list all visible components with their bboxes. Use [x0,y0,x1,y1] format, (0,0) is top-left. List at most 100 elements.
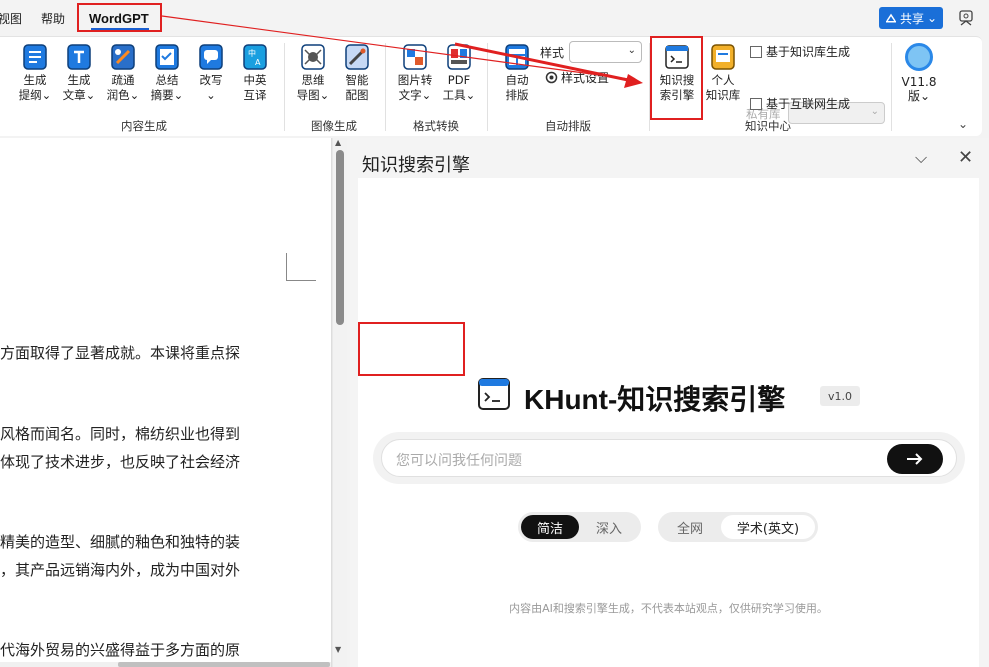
button-label: 自动 [505,73,529,87]
web-generate-checkbox[interactable]: 基于互联网生成 [750,95,850,112]
menu-help[interactable]: 帮助 [41,10,65,27]
button-label: 图片转 [397,73,433,87]
scroll-thumb[interactable] [336,150,344,325]
pdf-tools-button[interactable]: PDF 工具⌄ [437,44,481,103]
button-label: 润色⌄ [106,88,140,102]
scroll-thumb[interactable] [118,662,330,667]
academic-highlight-box [358,322,465,376]
scope-all[interactable]: 全网 [661,515,719,539]
button-label: 智能 [345,73,369,87]
text-t-icon [67,44,91,70]
button-label: 生成 [67,73,91,87]
auto-layout-button[interactable]: 自动 排版 [495,44,539,103]
pdf-icon [447,44,471,70]
doc-line: 体现了技术进步，也反映了社会经济 [0,453,241,471]
scroll-down-icon[interactable]: ▼ [335,645,341,654]
feedback-icon[interactable] [957,9,975,27]
close-icon[interactable]: ✕ [958,147,973,168]
version-button[interactable]: V11.8 版⌄ [898,43,940,103]
doc-line: 精美的造型、细腻的釉色和独特的装 [0,533,241,551]
personal-knowledge-base-button[interactable]: 个人 知识库 [701,44,745,103]
chevron-down-icon: ⌄ [870,106,879,117]
button-label: 提纲⌄ [18,88,52,102]
checkbox-box [750,45,762,58]
button-label: 文章⌄ [62,88,96,102]
style-dropdown[interactable]: ⌄ [569,41,642,63]
disclaimer-text: 内容由AI和搜索引擎生成，不代表本站观点，仅供研究学习使用。 [509,602,828,615]
mindmap-button[interactable]: 思维 导图⌄ [291,44,335,103]
scroll-up-icon[interactable]: ▲ [335,138,341,147]
button-label: 生成 [23,73,47,87]
generate-outline-button[interactable]: 生成 提纲⌄ [13,44,57,103]
button-label: 疏通 [111,73,135,87]
share-icon [885,13,896,23]
mode-deep[interactable]: 深入 [581,515,637,539]
checkbox-label: 基于知识库生成 [766,45,851,59]
doc-line: 代海外贸易的兴盛得益于多方面的原 [0,641,241,659]
mindmap-icon [301,44,325,70]
document-area: 方面取得了显著成就。本课将重点探 风格而闻名。同时，棉纺织业也得到 体现了技术进… [0,138,347,667]
version-label: V11.8 [901,75,937,89]
checkbox-box [750,97,762,110]
margin-corner-mark [286,253,316,281]
menu-view[interactable]: 视图 [0,10,22,27]
smart-image-button[interactable]: 智能 配图 [335,44,379,103]
version-circle-icon [905,43,933,71]
button-label: ⌄ [206,88,216,102]
horizontal-scrollbar[interactable] [0,662,331,667]
menu-bar: 视图 帮助 WordGPT 共享 ⌄ [0,0,989,36]
panel-title: 知识搜索引擎 [362,155,470,176]
button-label: 文字⌄ [398,88,432,102]
style-settings-button[interactable]: 样式设置 [545,69,609,86]
polish-brush-icon [111,44,135,70]
scope-academic[interactable]: 学术(英文) [721,515,815,539]
folder-icon [711,44,735,70]
kb-generate-checkbox[interactable]: 基于知识库生成 [750,43,850,60]
mode-concise[interactable]: 简洁 [521,515,579,539]
translate-button[interactable]: 中A 中英 互译 [233,44,277,103]
divider [891,43,892,131]
chat-bubble-icon [199,44,223,70]
polish-button[interactable]: 疏通 润色⌄ [101,44,145,103]
divider [385,43,386,131]
search-input[interactable]: 您可以问我任何问题 [381,439,957,477]
menu-wordgpt[interactable]: WordGPT [89,11,149,26]
submit-button[interactable] [887,444,943,474]
svg-text:中: 中 [248,48,256,58]
document-page[interactable]: 方面取得了显著成就。本课将重点探 风格而闻名。同时，棉纺织业也得到 体现了技术进… [0,138,332,667]
engine-highlight-box [650,36,703,120]
svg-text:A: A [255,58,261,67]
chevron-down-icon: ⌄ [627,45,636,56]
image-brush-icon [345,44,369,70]
layout-icon [505,44,529,70]
doc-line: 风格而闻名。同时，棉纺织业也得到 [0,425,241,443]
doc-line: ，其产品远销海内外，成为中国对外 [0,561,241,579]
button-label: PDF [447,73,471,87]
wordgpt-highlight-box: WordGPT [77,3,162,32]
share-label: 共享 [899,11,924,26]
button-label: 配图 [345,88,369,102]
button-label: 排版 [505,88,529,102]
button-label: 知识库 [705,88,741,102]
style-label: 样式 [540,46,565,60]
generate-article-button[interactable]: 生成 文章⌄ [57,44,101,103]
button-label: 导图⌄ [296,88,330,102]
vertical-scrollbar[interactable]: ▲ ▼ [333,138,347,667]
group-label-image: 图像生成 [311,119,357,133]
share-button[interactable]: 共享 ⌄ [879,7,943,29]
rewrite-button[interactable]: 改写 ⌄ [189,44,233,103]
button-label: 中英 [243,73,267,87]
collapse-ribbon-icon[interactable]: ⌄ [958,117,968,131]
image-to-text-button[interactable]: 图片转 文字⌄ [393,44,437,103]
button-label: 改写 [199,73,223,87]
brand-title: KHunt-知识搜索引擎 [524,384,786,415]
arrow-right-icon [907,453,923,465]
active-tab-underline [91,28,149,30]
search-wrapper: 您可以问我任何问题 [373,432,965,484]
knowledge-search-panel: 知识搜索引擎 ⌵ ✕ KHunt-知识搜索引擎 v1.0 您可以问我任何问题 简… [350,138,989,667]
group-label-knowledge: 知识中心 [745,119,791,133]
chevron-down-icon[interactable]: ⌵ [915,148,927,168]
checkbox-label: 基于互联网生成 [766,97,851,111]
group-label-content: 内容生成 [121,119,167,133]
summarize-button[interactable]: 总结 摘要⌄ [145,44,189,103]
